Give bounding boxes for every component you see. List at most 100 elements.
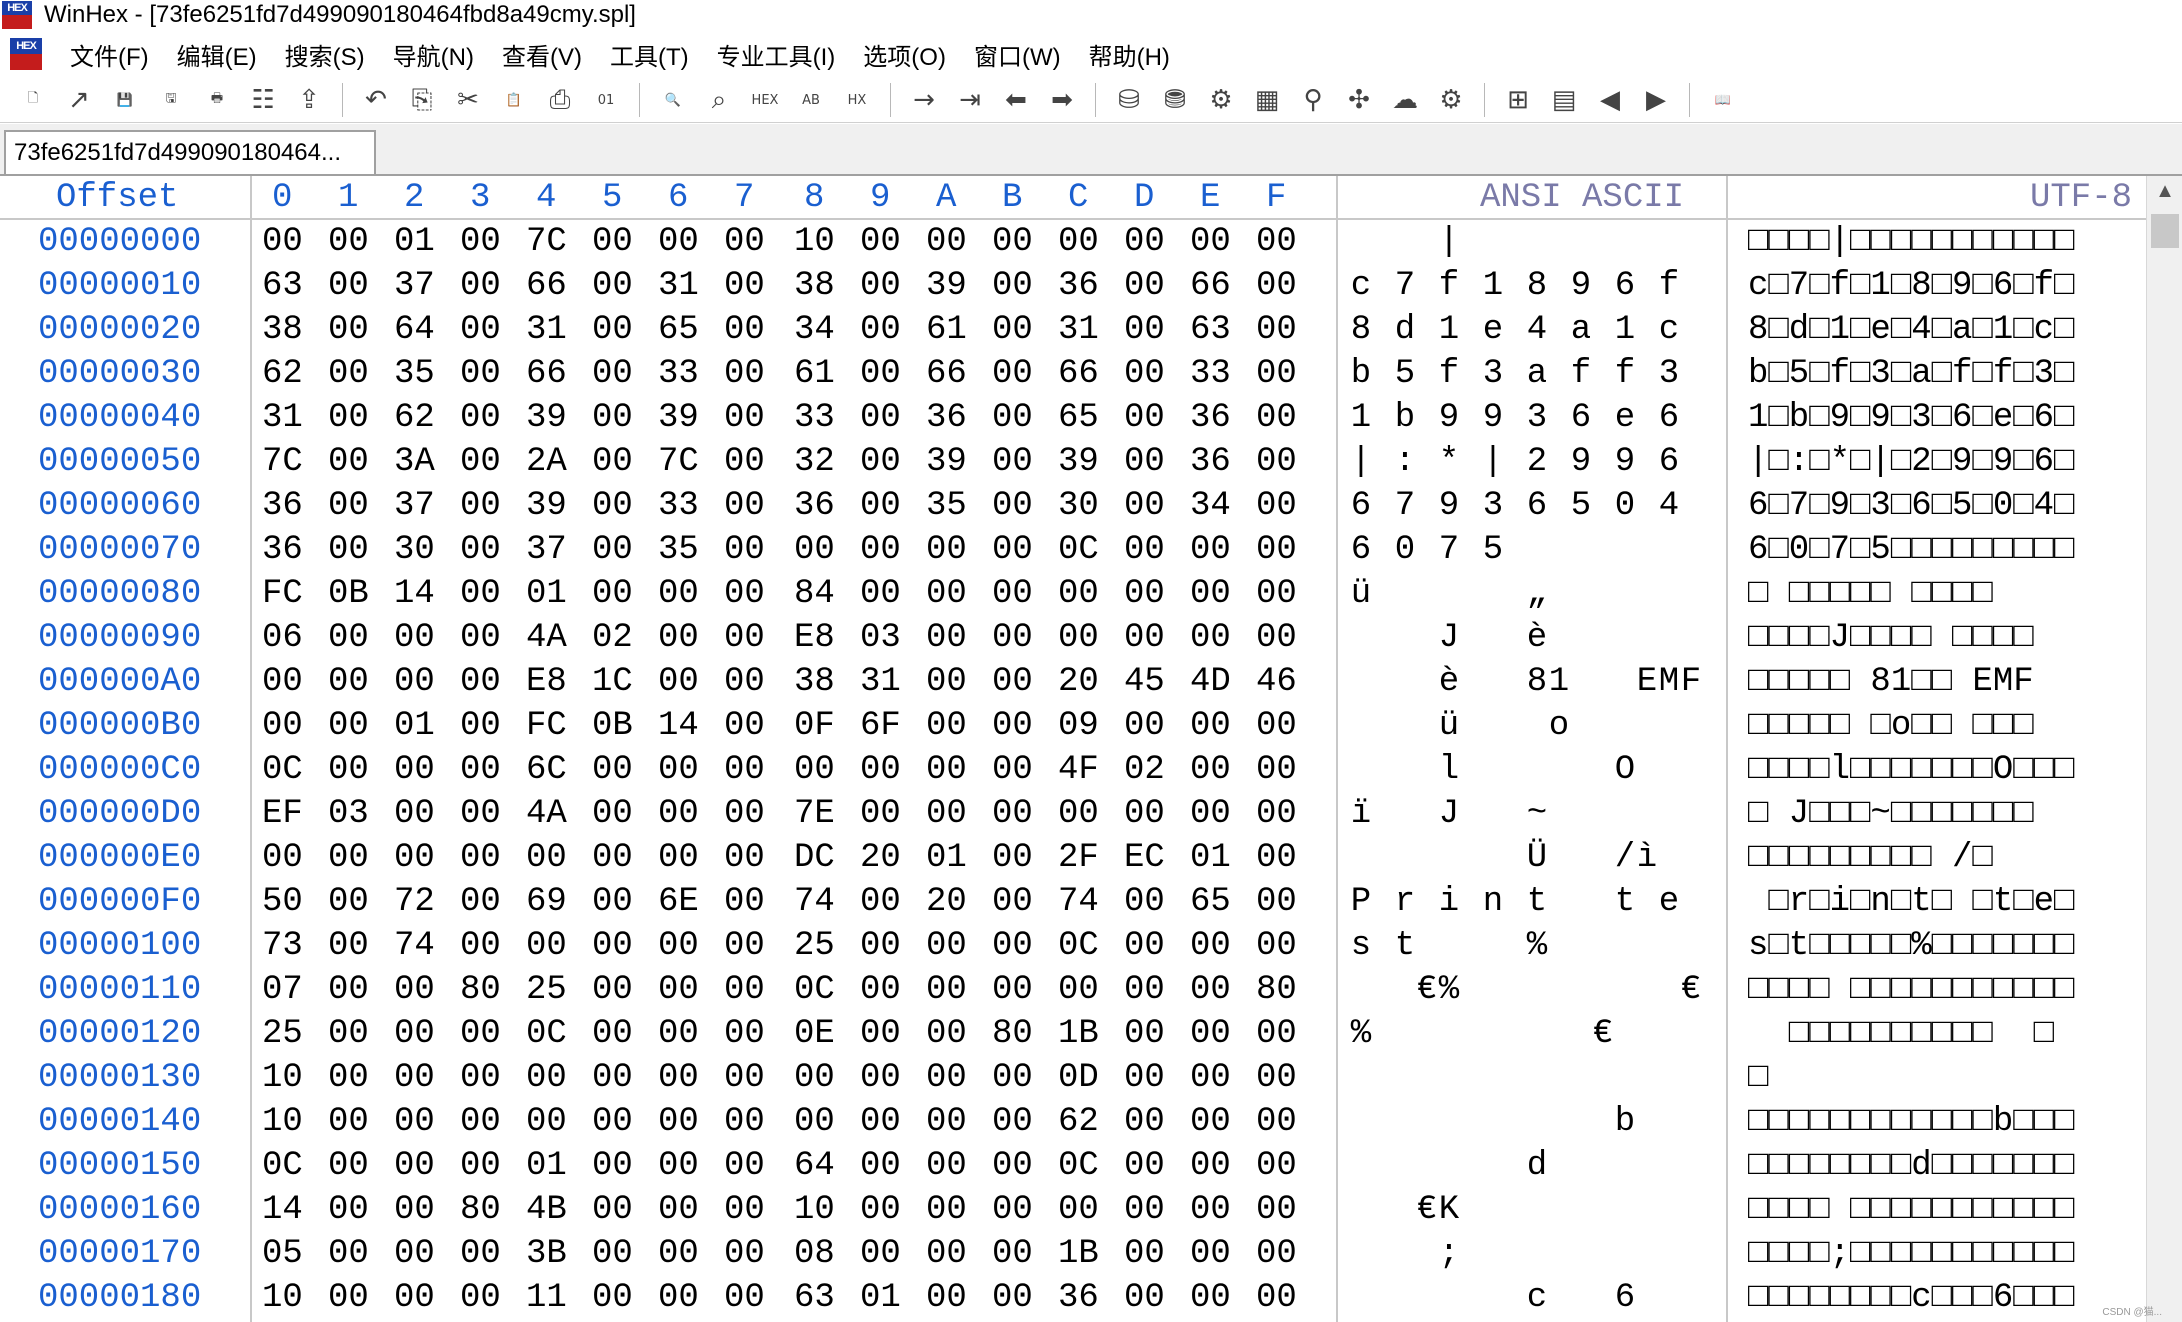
hex-byte[interactable]: 46 — [1256, 660, 1297, 704]
hex-byte[interactable]: 1B — [1058, 1232, 1099, 1276]
hex-byte[interactable]: 02 — [1124, 748, 1165, 792]
copy-icon[interactable]: ⎘ — [402, 80, 442, 120]
replace-text-icon[interactable]: AB — [791, 80, 831, 120]
hex-byte[interactable]: 00 — [992, 880, 1033, 924]
hex-byte[interactable]: 80 — [460, 968, 501, 1012]
ansi-char[interactable]: J — [1427, 616, 1471, 660]
ansi-char[interactable]: i — [1427, 880, 1471, 924]
utf-text[interactable]: □□□□J□□□□ □□□□ — [1748, 616, 2034, 660]
hex-byte[interactable]: FC — [262, 572, 303, 616]
file-tab[interactable]: 73fe6251fd7d499090180464... — [4, 130, 376, 174]
hex-byte[interactable]: 00 — [1124, 220, 1165, 264]
hex-byte[interactable]: 00 — [926, 1188, 967, 1232]
hex-byte[interactable]: 0B — [592, 704, 633, 748]
hex-byte[interactable]: 03 — [860, 616, 901, 660]
ansi-char[interactable]: l — [1427, 748, 1471, 792]
hex-byte[interactable]: 00 — [926, 528, 967, 572]
ansi-char[interactable]: J — [1427, 792, 1471, 836]
hex-byte[interactable]: 00 — [926, 660, 967, 704]
ansi-char[interactable]: o — [1537, 704, 1581, 748]
hex-byte[interactable]: 00 — [860, 748, 901, 792]
hex-byte[interactable]: 00 — [394, 1276, 435, 1320]
hex-byte[interactable]: 00 — [926, 704, 967, 748]
hex-byte[interactable]: 10 — [794, 220, 835, 264]
utf-text[interactable]: 6□0□7□5□□□□□□□□□ — [1748, 528, 2074, 572]
hex-byte[interactable]: 00 — [992, 1188, 1033, 1232]
hex-byte[interactable]: 00 — [460, 528, 501, 572]
hex-byte[interactable]: 00 — [328, 1144, 369, 1188]
hex-byte[interactable]: 00 — [992, 528, 1033, 572]
hex-byte[interactable]: 00 — [1256, 1232, 1297, 1276]
hex-byte[interactable]: 00 — [992, 1276, 1033, 1320]
hex-byte[interactable]: 00 — [860, 1012, 901, 1056]
hex-byte[interactable]: 01 — [926, 836, 967, 880]
ansi-char[interactable]: 4 — [1647, 484, 1691, 528]
hex-byte[interactable]: 00 — [926, 616, 967, 660]
utf-text[interactable]: □ J□□□~□□□□□□□ — [1748, 792, 2034, 836]
hex-byte[interactable]: 00 — [724, 440, 765, 484]
hex-byte[interactable]: 00 — [1256, 1012, 1297, 1056]
hex-byte[interactable]: 66 — [1190, 264, 1231, 308]
new-file-icon[interactable]: 🗋 — [13, 80, 53, 120]
hex-byte[interactable]: 0C — [794, 968, 835, 1012]
hex-byte[interactable]: 00 — [394, 1188, 435, 1232]
hex-byte[interactable]: 00 — [328, 880, 369, 924]
hex-byte[interactable]: 00 — [926, 1100, 967, 1144]
hex-byte[interactable]: 00 — [460, 264, 501, 308]
ansi-char[interactable]: 5 — [1559, 484, 1603, 528]
hex-byte[interactable]: 00 — [262, 660, 303, 704]
paste-write-icon[interactable]: ⎙ — [540, 80, 580, 120]
hex-byte[interactable]: 00 — [992, 1056, 1033, 1100]
hex-byte[interactable]: 00 — [724, 836, 765, 880]
hex-byte[interactable]: 00 — [1190, 1188, 1231, 1232]
utf-text[interactable]: b□5□f□3□a□f□f□3□ — [1748, 352, 2074, 396]
hex-byte[interactable]: 00 — [658, 1276, 699, 1320]
utf-text[interactable]: □□□□ □□□□□□□□□□□ — [1748, 1188, 2074, 1232]
hex-byte[interactable]: 00 — [1058, 572, 1099, 616]
hex-byte[interactable]: 00 — [992, 660, 1033, 704]
hex-byte[interactable]: 36 — [262, 528, 303, 572]
hex-byte[interactable]: 00 — [724, 792, 765, 836]
ansi-char[interactable]: è — [1515, 616, 1559, 660]
scroll-up-arrow-icon[interactable]: ▲ — [2147, 180, 2182, 208]
hex-byte[interactable]: 00 — [992, 308, 1033, 352]
hex-byte[interactable]: E8 — [794, 616, 835, 660]
hex-byte[interactable]: 33 — [658, 484, 699, 528]
find-hex-icon[interactable]: ⌕ — [699, 80, 739, 120]
hex-byte[interactable]: 00 — [860, 1100, 901, 1144]
hex-byte[interactable]: 00 — [1190, 1276, 1231, 1320]
ansi-char[interactable]: % — [1427, 968, 1471, 1012]
hex-byte[interactable]: 00 — [1124, 396, 1165, 440]
hex-byte[interactable]: 39 — [926, 440, 967, 484]
hex-byte[interactable]: 00 — [460, 748, 501, 792]
hex-byte[interactable]: 07 — [262, 968, 303, 1012]
ansi-char[interactable]: c — [1339, 264, 1383, 308]
hex-byte[interactable]: 00 — [658, 660, 699, 704]
hex-byte[interactable]: 72 — [394, 880, 435, 924]
utf-text[interactable]: c□7□f□1□8□9□6□f□ — [1748, 264, 2074, 308]
hex-byte[interactable]: 00 — [1190, 1056, 1231, 1100]
hex-byte[interactable]: 39 — [926, 264, 967, 308]
hex-byte[interactable]: 00 — [328, 440, 369, 484]
hex-byte[interactable]: 00 — [860, 528, 901, 572]
ansi-char[interactable]: Ü — [1515, 836, 1559, 880]
hex-byte[interactable]: 00 — [1124, 572, 1165, 616]
hex-byte[interactable]: 00 — [860, 264, 901, 308]
menu-item[interactable]: 查看(V) — [488, 37, 596, 72]
hex-byte[interactable]: 65 — [658, 308, 699, 352]
hex-byte[interactable]: 00 — [592, 484, 633, 528]
hex-byte[interactable]: 00 — [328, 264, 369, 308]
row-offset[interactable]: 00000070 — [38, 528, 201, 572]
hex-byte[interactable]: 00 — [992, 352, 1033, 396]
ansi-char[interactable]: f — [1603, 352, 1647, 396]
ansi-char[interactable]: f — [1427, 264, 1471, 308]
utf-text[interactable]: □□□□□ □o□□ □□□ — [1748, 704, 2034, 748]
gear-icon[interactable]: ⚙ — [1431, 80, 1471, 120]
ansi-char[interactable]: 1 — [1537, 660, 1581, 704]
ansi-char[interactable]: 9 — [1427, 396, 1471, 440]
ansi-char[interactable]: 9 — [1559, 264, 1603, 308]
hex-byte[interactable]: 00 — [926, 220, 967, 264]
hex-byte[interactable]: 00 — [592, 1100, 633, 1144]
hex-byte[interactable]: 00 — [592, 836, 633, 880]
hex-byte[interactable]: 00 — [724, 1056, 765, 1100]
